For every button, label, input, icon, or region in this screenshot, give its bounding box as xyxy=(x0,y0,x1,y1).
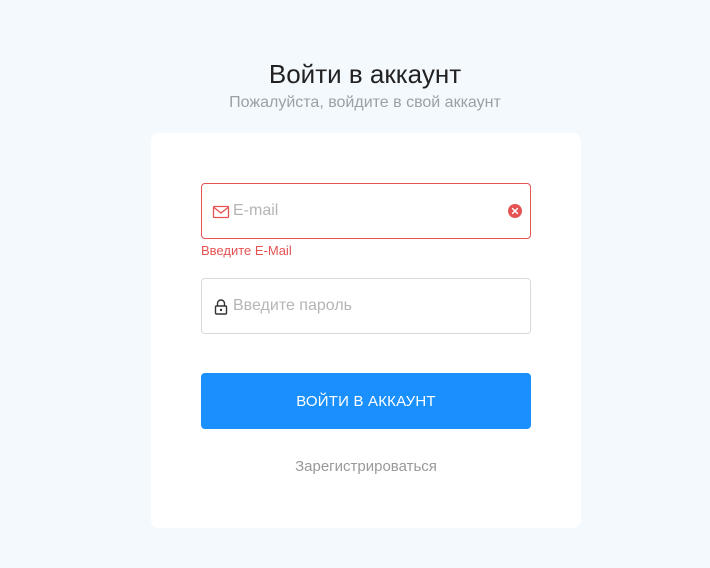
email-error-message: Введите E-Mail xyxy=(201,243,292,258)
page-subtitle: Пожалуйста, войдите в свой аккаунт xyxy=(229,94,501,111)
login-card: Введите E-Mail ВОЙТИ В АККАУНТ Зарегистр… xyxy=(151,133,581,528)
lock-icon xyxy=(212,298,230,316)
email-field[interactable] xyxy=(201,183,531,239)
clear-icon[interactable] xyxy=(508,204,522,218)
password-input[interactable] xyxy=(233,279,503,333)
mail-icon xyxy=(212,203,230,221)
login-button[interactable]: ВОЙТИ В АККАУНТ xyxy=(201,373,531,429)
page-title: Войти в аккаунт xyxy=(268,59,462,89)
password-field[interactable] xyxy=(201,278,531,334)
email-input[interactable] xyxy=(233,184,503,238)
register-link[interactable]: Зарегистрироваться xyxy=(151,457,581,477)
